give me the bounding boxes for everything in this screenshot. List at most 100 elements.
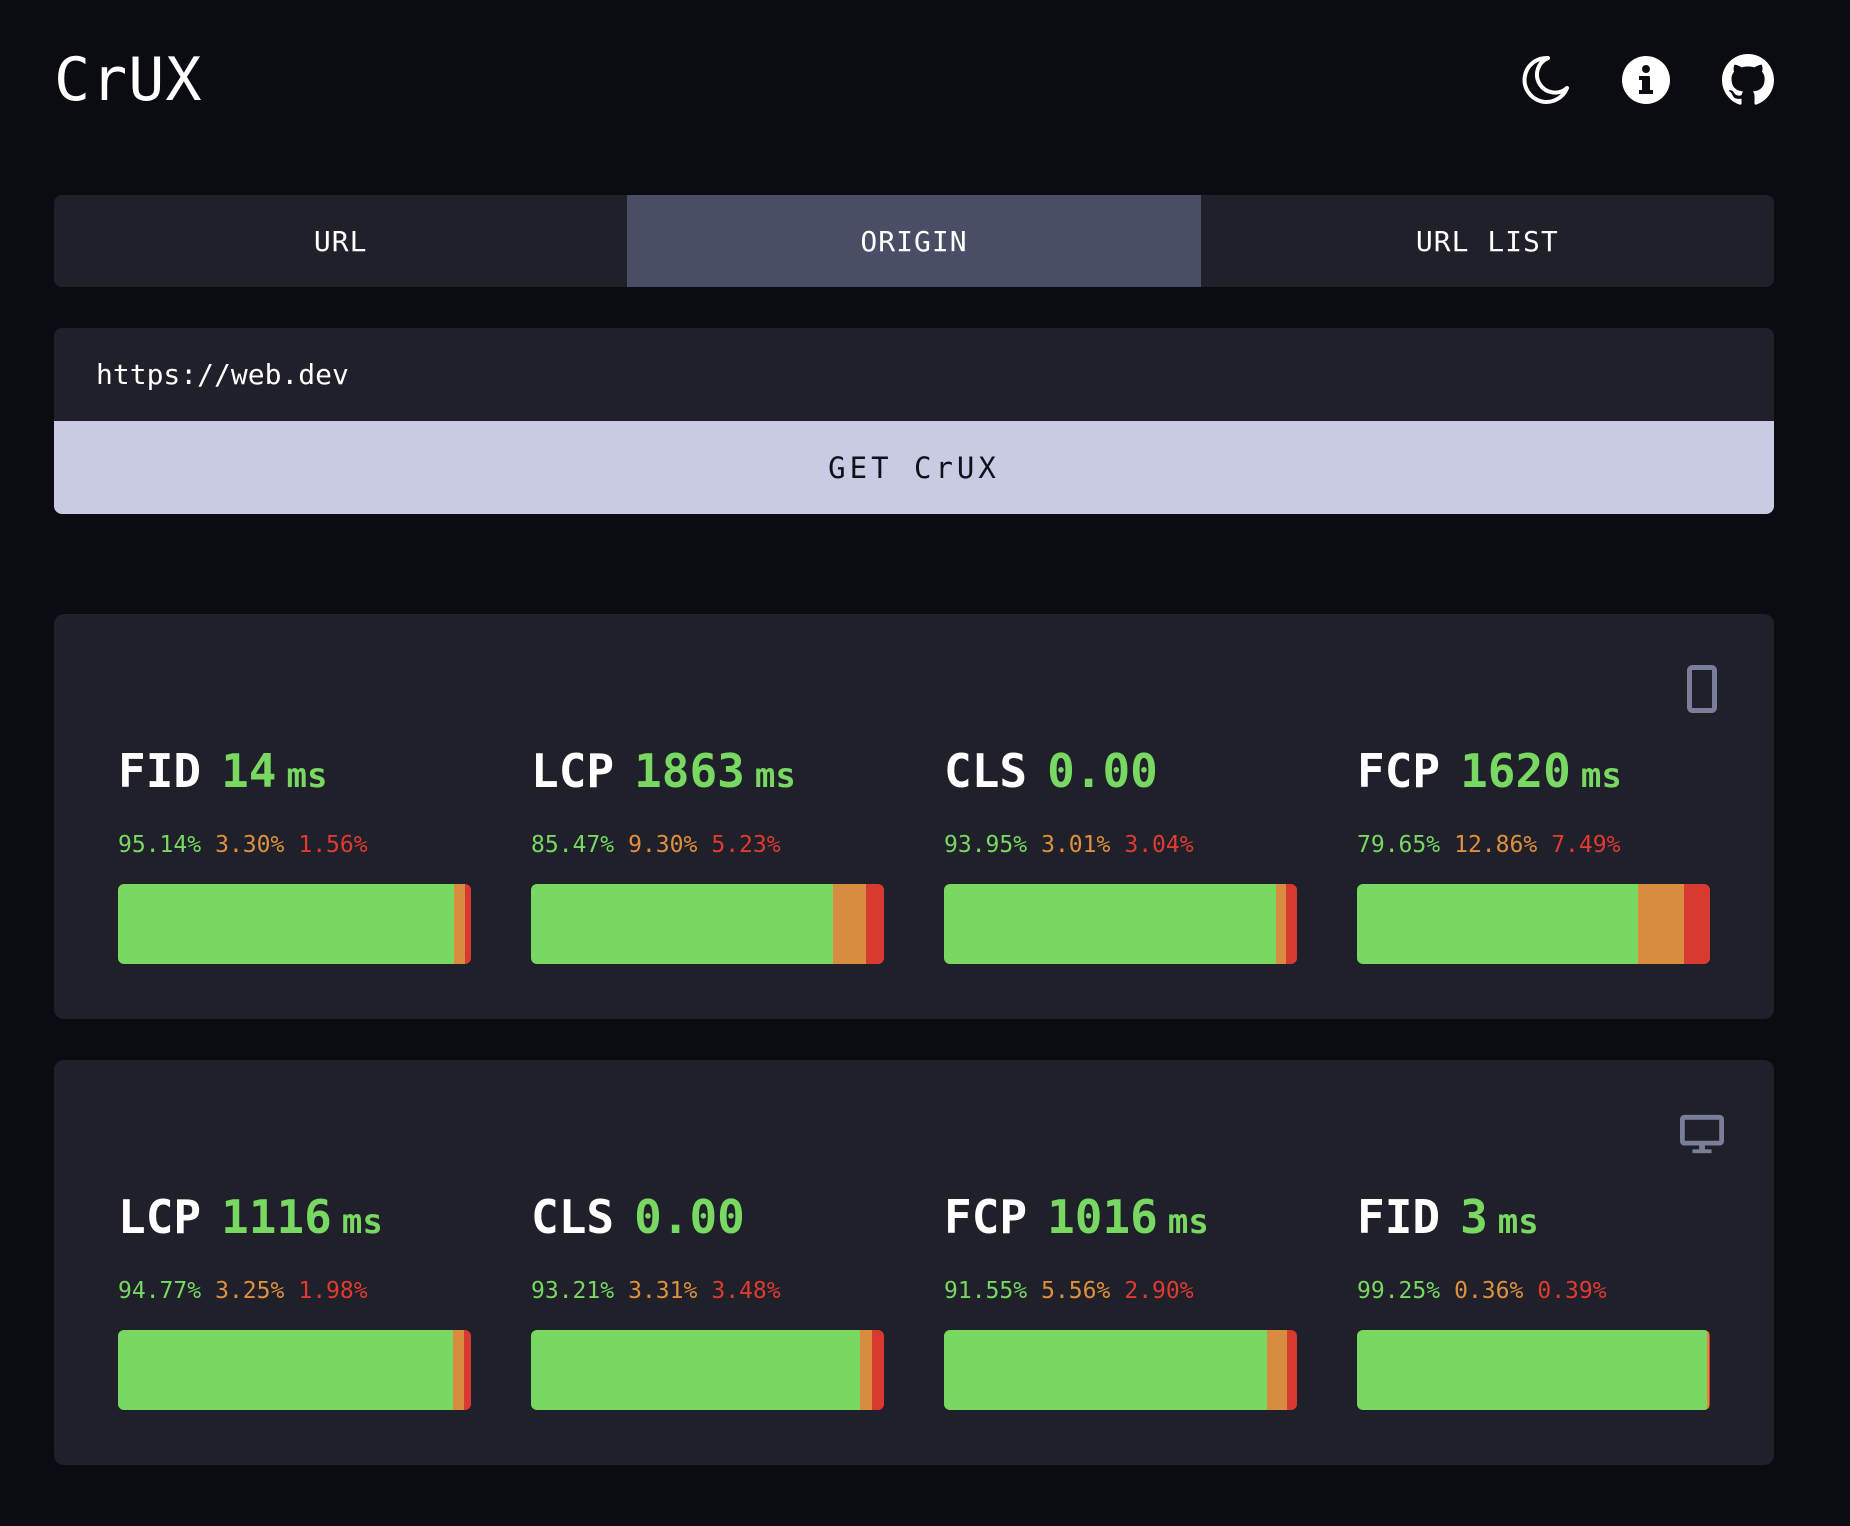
metric-value: 1016 bbox=[1047, 1190, 1158, 1244]
metric-distribution: 85.47% 9.30% 5.23% bbox=[531, 832, 884, 862]
bar-segment-needs-improvement bbox=[1267, 1330, 1287, 1410]
distribution-bar bbox=[1357, 1330, 1710, 1410]
pct-needs-improvement: 5.56% bbox=[1041, 1278, 1111, 1304]
pct-needs-improvement: 12.86% bbox=[1454, 832, 1538, 858]
url-input[interactable] bbox=[54, 328, 1774, 421]
bar-segment-poor bbox=[865, 884, 884, 964]
metric-unit: ms bbox=[286, 756, 328, 796]
header-icons bbox=[1518, 50, 1774, 110]
github-icon[interactable] bbox=[1722, 54, 1774, 106]
metric-unit: ms bbox=[754, 756, 796, 796]
pct-poor: 0.39% bbox=[1537, 1278, 1607, 1304]
metric-card: FID 14 ms 95.14% 3.30% 1.56% bbox=[118, 744, 471, 964]
metric-name: CLS bbox=[944, 744, 1028, 798]
metrics-row: LCP 1116 ms 94.77% 3.25% 1.98% CLS 0.00 bbox=[118, 1190, 1710, 1410]
metric-name: FID bbox=[1357, 1190, 1441, 1244]
bar-segment-poor bbox=[465, 884, 471, 964]
metric-distribution: 79.65% 12.86% 7.49% bbox=[1357, 832, 1710, 862]
bar-segment-needs-improvement bbox=[453, 884, 466, 964]
metric-name: FCP bbox=[1357, 744, 1441, 798]
metric-card: LCP 1863 ms 85.47% 9.30% 5.23% bbox=[531, 744, 884, 964]
distribution-bar bbox=[1357, 884, 1710, 964]
distribution-bar bbox=[118, 1330, 471, 1410]
metric-card: CLS 0.00 93.21% 3.31% 3.48% bbox=[531, 1190, 884, 1410]
metric-distribution: 95.14% 3.30% 1.56% bbox=[118, 832, 471, 862]
metric-value: 14 bbox=[221, 744, 277, 798]
pct-needs-improvement: 3.30% bbox=[215, 832, 285, 858]
metric-heading: CLS 0.00 bbox=[531, 1190, 884, 1250]
metric-distribution: 93.95% 3.01% 3.04% bbox=[944, 832, 1297, 862]
metric-unit: ms bbox=[1497, 1202, 1539, 1242]
metric-value: 3 bbox=[1460, 1190, 1488, 1244]
desktop-results-panel: LCP 1116 ms 94.77% 3.25% 1.98% CLS 0.00 bbox=[54, 1060, 1774, 1465]
pct-needs-improvement: 9.30% bbox=[628, 832, 698, 858]
metric-heading: LCP 1116 ms bbox=[118, 1190, 471, 1250]
metric-heading: CLS 0.00 bbox=[944, 744, 1297, 804]
metric-value: 0.00 bbox=[1047, 744, 1158, 798]
moon-icon[interactable] bbox=[1518, 54, 1570, 106]
phone-icon bbox=[1680, 664, 1724, 714]
mobile-results-panel: FID 14 ms 95.14% 3.30% 1.56% LCP 1863 ms bbox=[54, 614, 1774, 1019]
tab-origin[interactable]: ORIGIN bbox=[627, 195, 1201, 287]
metrics-row: FID 14 ms 95.14% 3.30% 1.56% LCP 1863 ms bbox=[118, 744, 1710, 964]
pct-needs-improvement: 3.01% bbox=[1041, 832, 1111, 858]
pct-good: 85.47% bbox=[531, 832, 615, 858]
pct-needs-improvement: 0.36% bbox=[1454, 1278, 1524, 1304]
pct-good: 95.14% bbox=[118, 832, 202, 858]
tab-url-list[interactable]: URL LIST bbox=[1201, 195, 1774, 287]
bar-segment-good bbox=[531, 1330, 861, 1410]
metric-name: FCP bbox=[944, 1190, 1028, 1244]
metric-unit: ms bbox=[341, 1202, 383, 1242]
tab-bar: URL ORIGIN URL LIST bbox=[54, 195, 1774, 287]
bar-segment-good bbox=[118, 884, 454, 964]
app-title: CrUX bbox=[54, 45, 203, 115]
metric-name: LCP bbox=[531, 744, 615, 798]
bar-segment-good bbox=[118, 1330, 453, 1410]
tab-url[interactable]: URL bbox=[54, 195, 627, 287]
metric-value: 1620 bbox=[1460, 744, 1571, 798]
metric-card: LCP 1116 ms 94.77% 3.25% 1.98% bbox=[118, 1190, 471, 1410]
metric-distribution: 93.21% 3.31% 3.48% bbox=[531, 1278, 884, 1308]
bar-segment-needs-improvement bbox=[1275, 884, 1287, 964]
info-icon[interactable] bbox=[1620, 54, 1672, 106]
bar-segment-needs-improvement bbox=[452, 1330, 464, 1410]
metric-value: 1863 bbox=[634, 744, 745, 798]
bar-segment-good bbox=[1357, 884, 1639, 964]
metric-distribution: 91.55% 5.56% 2.90% bbox=[944, 1278, 1297, 1308]
get-crux-button[interactable]: GET CrUX bbox=[54, 421, 1774, 514]
distribution-bar bbox=[118, 884, 471, 964]
metric-heading: LCP 1863 ms bbox=[531, 744, 884, 804]
metric-name: CLS bbox=[531, 1190, 615, 1244]
pct-good: 99.25% bbox=[1357, 1278, 1441, 1304]
distribution-bar bbox=[531, 1330, 884, 1410]
metric-name: FID bbox=[118, 744, 202, 798]
pct-poor: 3.48% bbox=[711, 1278, 781, 1304]
metric-heading: FID 3 ms bbox=[1357, 1190, 1710, 1250]
bar-segment-good bbox=[944, 1330, 1268, 1410]
bar-segment-poor bbox=[1286, 884, 1297, 964]
metric-distribution: 99.25% 0.36% 0.39% bbox=[1357, 1278, 1710, 1308]
pct-poor: 2.90% bbox=[1124, 1278, 1194, 1304]
metric-heading: FCP 1016 ms bbox=[944, 1190, 1297, 1250]
metric-distribution: 94.77% 3.25% 1.98% bbox=[118, 1278, 471, 1308]
pct-needs-improvement: 3.31% bbox=[628, 1278, 698, 1304]
pct-good: 91.55% bbox=[944, 1278, 1028, 1304]
distribution-bar bbox=[531, 884, 884, 964]
pct-poor: 7.49% bbox=[1551, 832, 1621, 858]
pct-poor: 3.04% bbox=[1124, 832, 1194, 858]
header: CrUX bbox=[54, 40, 1774, 120]
pct-poor: 1.56% bbox=[298, 832, 368, 858]
bar-segment-poor bbox=[871, 1330, 884, 1410]
pct-good: 93.21% bbox=[531, 1278, 615, 1304]
bar-segment-needs-improvement bbox=[860, 1330, 872, 1410]
bar-segment-good bbox=[531, 884, 833, 964]
distribution-bar bbox=[944, 884, 1297, 964]
bar-segment-poor bbox=[464, 1330, 471, 1410]
bar-segment-good bbox=[944, 884, 1276, 964]
bar-segment-poor bbox=[1683, 884, 1710, 964]
desktop-icon bbox=[1680, 1110, 1724, 1160]
url-form: GET CrUX bbox=[54, 328, 1774, 514]
metric-value: 0.00 bbox=[634, 1190, 745, 1244]
metric-unit: ms bbox=[1167, 1202, 1209, 1242]
metric-heading: FCP 1620 ms bbox=[1357, 744, 1710, 804]
